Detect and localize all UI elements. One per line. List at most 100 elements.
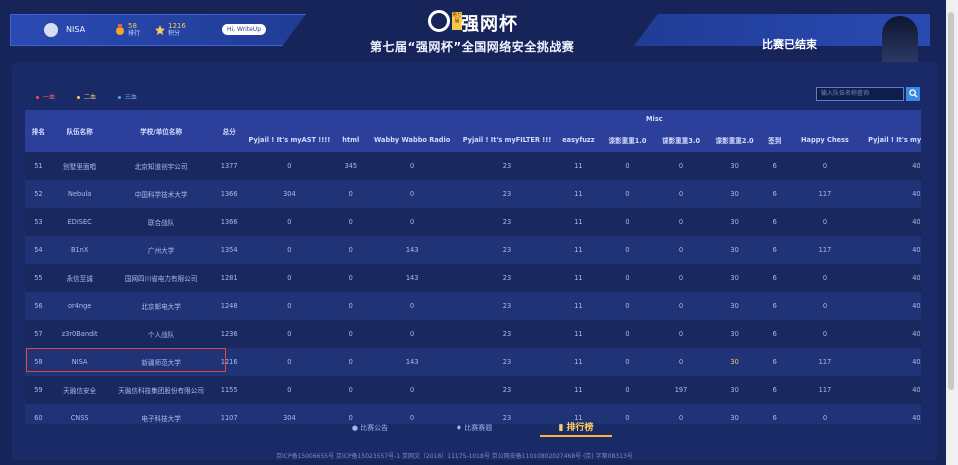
table-row[interactable]: 51别墅里面唱北京知道创宇公司1377034502311003060403851 (25, 152, 921, 180)
ranking-table: 排名 队伍名称 学校/单位名称 总分 Misc Pyjail ! It's my… (25, 110, 921, 424)
cell-challenge-score: 0 (243, 320, 336, 348)
cell-rank: 52 (25, 180, 52, 208)
cell-score: 1216 (214, 348, 244, 376)
cell-challenge-score: 40 (861, 236, 921, 264)
search-icon (908, 89, 918, 98)
col-group-misc: Misc (243, 110, 921, 128)
cell-challenge-score: 23 (457, 152, 557, 180)
cell-challenge-score: 23 (457, 348, 557, 376)
score-value: 1216 (168, 22, 186, 30)
cell-challenge-score: 30 (707, 376, 762, 404)
cell-rank: 59 (25, 376, 52, 404)
medal-icon (116, 24, 124, 35)
cell-challenge-score: 0 (335, 376, 367, 404)
tab-challenges[interactable]: ♦ 比赛赛题 (426, 419, 522, 437)
cell-school: 北京知道创宇公司 (107, 152, 215, 180)
col-rank[interactable]: 排名 (25, 110, 52, 152)
tab-leaderboard[interactable]: ▮ 排行榜 (540, 419, 612, 437)
col-team[interactable]: 队伍名称 (51, 110, 108, 152)
cell-score: 1354 (214, 236, 244, 264)
cell-challenge-score: 11 (556, 348, 601, 376)
cell-rank: 56 (25, 292, 52, 320)
cell-challenge-score: 40 (861, 292, 921, 320)
cell-team: 天融信安全 (51, 376, 108, 404)
cell-challenge-score: 0 (600, 348, 655, 376)
cell-team: 别墅里面唱 (51, 152, 108, 180)
col-challenge[interactable]: 签到 (761, 128, 789, 152)
col-challenge[interactable]: html (335, 128, 367, 152)
cell-challenge-score: 11 (556, 376, 601, 404)
cell-challenge-score: 23 (457, 236, 557, 264)
cell-challenge-score: 197 (654, 376, 708, 404)
col-score[interactable]: 总分 (214, 110, 244, 152)
cell-challenge-score: 0 (335, 292, 367, 320)
cell-score: 1155 (214, 376, 244, 404)
cell-challenge-score: 0 (335, 348, 367, 376)
cell-challenge-score: 30 (707, 348, 762, 376)
cell-challenge-score: 23 (457, 180, 557, 208)
writeup-button[interactable]: Hi, WriteUp (222, 24, 266, 35)
cell-challenge-score: 0 (600, 264, 655, 292)
score-label: 积分 (168, 30, 181, 37)
col-challenge[interactable]: Happy Chess (788, 128, 862, 152)
table-row[interactable]: 53EDISEC联合战队136600023110030604001 (25, 208, 921, 236)
cell-team: z3r0Bandit (51, 320, 108, 348)
cell-challenge-score: 23 (457, 208, 557, 236)
cell-challenge-score: 0 (600, 376, 655, 404)
cell-challenge-score: 0 (243, 152, 336, 180)
team-search-input[interactable]: 输入队伍名称查询 (816, 87, 904, 101)
cell-school: 广州大学 (107, 236, 215, 264)
table-row[interactable]: 54B1nX广州大学1354001432311003061174001 (25, 236, 921, 264)
cell-challenge-score: 6 (761, 236, 789, 264)
page-title: 第七届“强网杯”全国网络安全挑战赛 (370, 40, 575, 54)
col-challenge[interactable]: Pyjail ! It's myFILTER !!! (457, 128, 557, 152)
table-row-current-team[interactable]: 58NISA新疆师范大学1216001432311003061174001 (25, 348, 921, 376)
cell-challenge-score: 0 (654, 236, 708, 264)
col-school[interactable]: 学校/单位名称 (107, 110, 215, 152)
cell-team: EDISEC (51, 208, 108, 236)
cell-score: 1281 (214, 264, 244, 292)
cell-challenge-score: 0 (654, 348, 708, 376)
cell-score: 1366 (214, 180, 244, 208)
cell-challenge-score: 143 (366, 236, 458, 264)
table-row[interactable]: 59 天融信安全 天融信科技集团股份有限公司 1155 0 0 0 23 11 0 197 30 6 11… (25, 376, 921, 404)
col-challenge[interactable]: 谍影重重1.0 (600, 128, 655, 152)
bar-chart-icon: ▮ (558, 423, 567, 433)
cell-challenge-score: 6 (761, 376, 789, 404)
cell-challenge-score: 0 (243, 208, 336, 236)
cell-school: 国网四川省电力有限公司 (107, 264, 215, 292)
cell-challenge-score: 0 (366, 208, 458, 236)
cell-challenge-score: 23 (457, 264, 557, 292)
col-challenge[interactable]: Wabby Wabbo Radio (366, 128, 458, 152)
star-icon (155, 25, 165, 35)
cell-challenge-score: 345 (335, 152, 367, 180)
cell-team: Nebula (51, 180, 108, 208)
cell-challenge-score: 0 (366, 376, 458, 404)
legend-third: 三血 (117, 94, 137, 101)
cell-score: 1107 (214, 404, 244, 424)
table-row[interactable]: 57z3r0Bandit个人战队123600023110030604001 (25, 320, 921, 348)
scrollbar-thumb[interactable] (948, 12, 954, 390)
cell-challenge-score: 0 (654, 180, 708, 208)
cell-challenge-score: 11 (556, 180, 601, 208)
search-button[interactable] (906, 87, 920, 101)
table-row[interactable]: 56or4nge北京邮电大学124800023110030604001 (25, 292, 921, 320)
cell-challenge-score: 23 (457, 320, 557, 348)
cell-challenge-score: 0 (366, 320, 458, 348)
cell-challenge-score: 117 (788, 180, 862, 208)
col-challenge[interactable]: Pyjail ! It's myAST !!!! (243, 128, 336, 152)
cell-challenge-score: 6 (761, 152, 789, 180)
legend-second: 二血 (76, 94, 96, 101)
cell-challenge-score: 0 (654, 320, 708, 348)
col-challenge[interactable]: 谍影重重3.0 (654, 128, 708, 152)
cell-challenge-score: 0 (654, 404, 708, 424)
cell-challenge-score: 30 (707, 320, 762, 348)
avatar[interactable] (44, 23, 58, 37)
table-row[interactable]: 52Nebula中国科学技术大学136630400231100306117400… (25, 180, 921, 208)
table-row[interactable]: 55永信至诚国网四川省电力有限公司12810014323110030604001 (25, 264, 921, 292)
col-challenge[interactable]: 谍影重重2.0 (707, 128, 762, 152)
cell-challenge-score: 0 (600, 180, 655, 208)
col-challenge[interactable]: easyfuzz (556, 128, 601, 152)
col-challenge[interactable]: Pyjail ! It's myRevenge !!! (861, 128, 921, 152)
tab-announcements[interactable]: ● 比赛公告 (322, 419, 418, 437)
